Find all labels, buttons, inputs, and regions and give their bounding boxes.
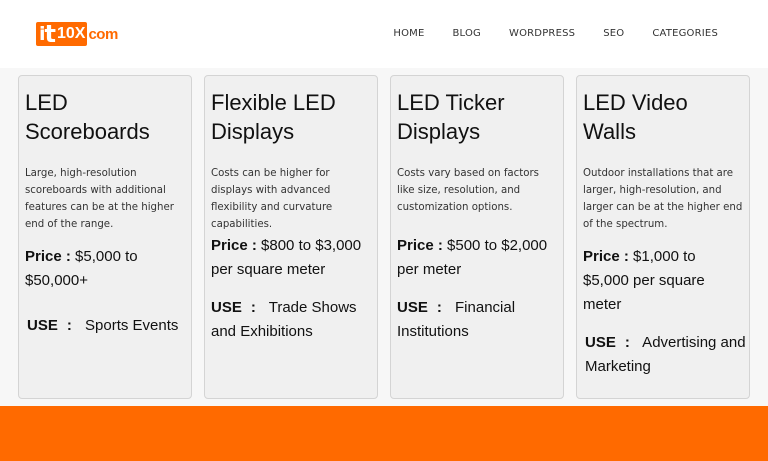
logo-mark: i t 10X [36, 20, 88, 48]
price-label: Price : [211, 237, 257, 254]
card-use: USE: Financial Institutions [397, 296, 561, 344]
nav-blog[interactable]: BLOG [452, 28, 481, 39]
card-led-ticker-displays: LED Ticker Displays Costs vary based on … [390, 75, 564, 399]
card-use: USE: Trade Shows and Exhibitions [211, 296, 375, 344]
use-label: USE [211, 299, 242, 316]
card-description: Costs can be higher for displays with ad… [211, 168, 333, 230]
card-description: Outdoor installations that are larger, h… [583, 168, 743, 230]
use-separator: : [250, 299, 256, 316]
card-description: Costs vary based on factors like size, r… [397, 168, 539, 213]
use-separator: : [624, 334, 630, 351]
card-title: LED Scoreboards [25, 90, 150, 144]
use-separator: : [436, 299, 442, 316]
use-label: USE [585, 334, 616, 351]
site-header: i t 10X com HOME BLOG WORDPRESS SEO CATEGO… [0, 0, 768, 68]
card-use: USE: Sports Events [27, 314, 191, 338]
card-flexible-led-displays: Flexible LED Displays Costs can be highe… [204, 75, 378, 399]
nav-wordpress[interactable]: WORDPRESS [509, 28, 575, 39]
nav-seo[interactable]: SEO [603, 28, 624, 39]
card-price: Price : $5,000 to $50,000+ [25, 245, 187, 293]
use-separator: : [66, 317, 72, 334]
footer-band [0, 406, 768, 461]
logo-letter-t: t [44, 20, 56, 48]
price-label: Price : [25, 248, 71, 265]
use-label: USE [27, 317, 58, 334]
logo-suffix: com [88, 25, 118, 43]
card-title: LED Video Walls [583, 90, 688, 144]
price-label: Price : [397, 237, 443, 254]
card-use: USE: Advertising and Marketing [585, 331, 749, 379]
card-price: Price : $500 to $2,000 per meter [397, 234, 559, 282]
main-nav: HOME BLOG WORDPRESS SEO CATEGORIES [393, 28, 718, 39]
content-area: LED Scoreboards Large, high-resolution s… [0, 68, 768, 406]
use-label: USE [397, 299, 428, 316]
logo-number: 10X [57, 25, 86, 42]
card-price: Price : $800 to $3,000 per square meter [211, 234, 373, 282]
price-label: Price : [583, 248, 629, 265]
card-led-scoreboards: LED Scoreboards Large, high-resolution s… [18, 75, 192, 399]
card-title: LED Ticker Displays [397, 90, 505, 144]
use-value: Sports Events [80, 317, 179, 334]
nav-categories[interactable]: CATEGORIES [652, 28, 718, 39]
card-price: Price : $1,000 to $5,000 per square mete… [583, 245, 745, 317]
card-title: Flexible LED Displays [211, 90, 336, 144]
site-logo[interactable]: i t 10X com [36, 20, 118, 48]
nav-home[interactable]: HOME [393, 28, 424, 39]
card-description: Large, high-resolution scoreboards with … [25, 168, 174, 230]
card-led-video-walls: LED Video Walls Outdoor installations th… [576, 75, 750, 399]
